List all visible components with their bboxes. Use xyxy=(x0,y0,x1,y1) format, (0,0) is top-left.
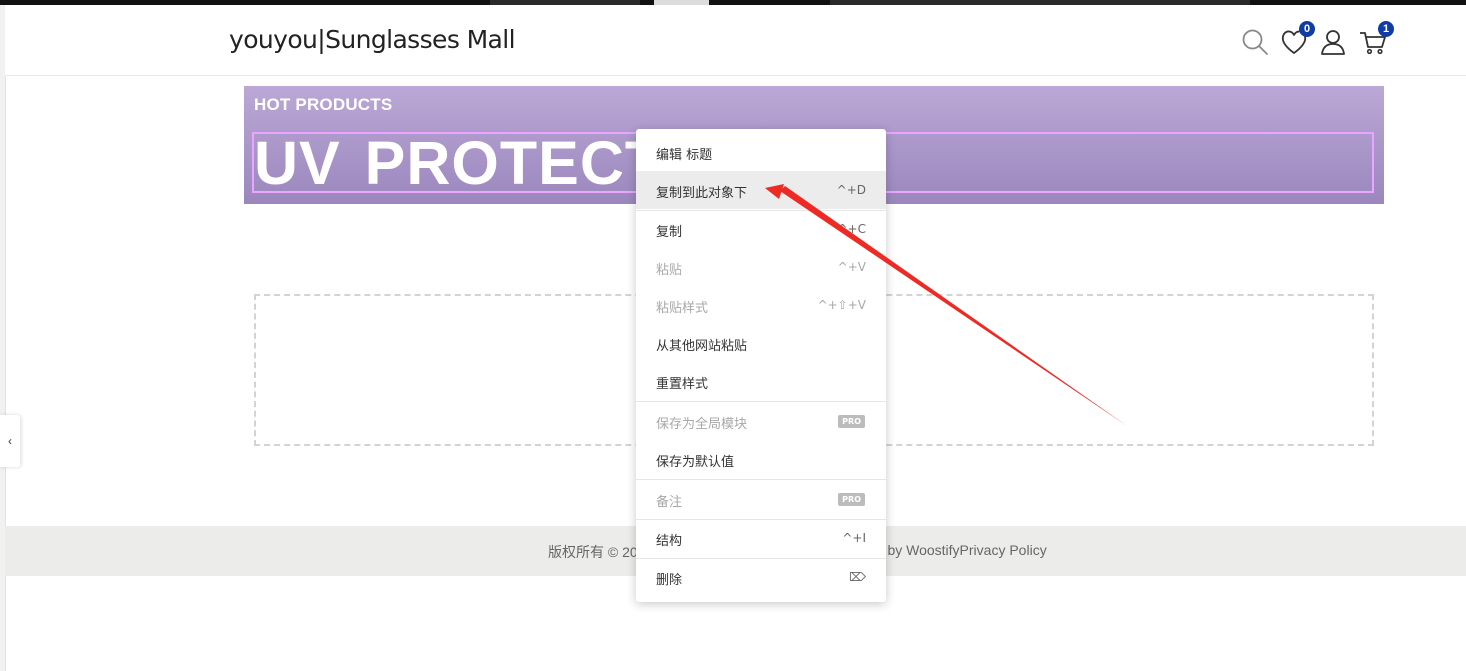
menu-item-shortcut: ^+D xyxy=(836,183,866,197)
cart-icon[interactable]: 1 xyxy=(1358,21,1394,57)
menu-item-label: 复制 xyxy=(656,225,683,240)
menu-item-edit-title[interactable]: 编辑 标题 xyxy=(636,133,886,171)
menu-item-label: 粘贴 xyxy=(656,263,683,278)
menu-item-paste-style[interactable]: 粘贴样式 ^+⇧+V xyxy=(636,286,886,324)
menu-item-notes[interactable]: 备注 PRO xyxy=(636,480,886,518)
account-icon[interactable] xyxy=(1318,27,1348,57)
footer-credits-link[interactable]: ed by WoostifyPrivacy Policy xyxy=(868,542,1047,558)
menu-item-label: 编辑 标题 xyxy=(656,148,713,163)
sidebar-collapse-toggle[interactable]: ‹ xyxy=(0,415,20,467)
menu-item-shortcut: ^+⇧+V xyxy=(817,298,866,312)
menu-item-label: 备注 xyxy=(656,495,683,510)
wishlist-icon[interactable]: 0 xyxy=(1279,21,1315,57)
menu-item-label: 粘贴样式 xyxy=(656,301,709,316)
menu-item-shortcut: ⌦ xyxy=(849,570,866,584)
menu-item-label: 从其他网站粘贴 xyxy=(656,339,748,354)
site-header: youyou|Sunglasses Mall 0 1 xyxy=(5,5,1466,76)
pro-badge: PRO xyxy=(838,493,865,506)
menu-item-reset-style[interactable]: 重置样式 xyxy=(636,362,886,400)
banner-heading[interactable]: UV PROTECTI xyxy=(254,130,681,196)
menu-item-shortcut: ^+V xyxy=(837,260,866,274)
menu-item-shortcut: ^+C xyxy=(837,222,867,236)
pro-badge: PRO xyxy=(838,415,865,428)
banner-subtitle: HOT PRODUCTS xyxy=(254,95,393,114)
menu-item-label: 保存为全局模块 xyxy=(656,417,748,432)
menu-item-label: 删除 xyxy=(656,573,683,588)
search-icon[interactable] xyxy=(1240,27,1270,57)
menu-item-delete[interactable]: 删除 ⌦ xyxy=(636,558,886,596)
menu-item-duplicate-below[interactable]: 复制到此对象下 ^+D xyxy=(636,171,886,209)
site-title[interactable]: youyou|Sunglasses Mall xyxy=(229,25,516,54)
cart-count-badge: 1 xyxy=(1378,21,1394,37)
menu-item-paste[interactable]: 粘贴 ^+V xyxy=(636,248,886,286)
footer-copyright: 版权所有 © 20 xyxy=(548,544,638,560)
wishlist-count-badge: 0 xyxy=(1299,21,1315,37)
menu-item-label: 结构 xyxy=(656,534,683,549)
menu-item-copy[interactable]: 复制 ^+C xyxy=(636,210,886,248)
menu-item-shortcut: ^+I xyxy=(842,531,866,545)
menu-item-label: 保存为默认值 xyxy=(656,455,735,470)
menu-item-save-as-default[interactable]: 保存为默认值 xyxy=(636,440,886,478)
menu-item-paste-from-other-site[interactable]: 从其他网站粘贴 xyxy=(636,324,886,362)
menu-item-save-as-global[interactable]: 保存为全局模块 PRO xyxy=(636,402,886,440)
menu-item-label: 复制到此对象下 xyxy=(656,186,748,201)
menu-item-structure[interactable]: 结构 ^+I xyxy=(636,519,886,557)
menu-item-label: 重置样式 xyxy=(656,377,709,392)
context-menu: 编辑 标题 复制到此对象下 ^+D 复制 ^+C 粘贴 ^+V 粘贴样式 ^+⇧… xyxy=(636,129,886,602)
